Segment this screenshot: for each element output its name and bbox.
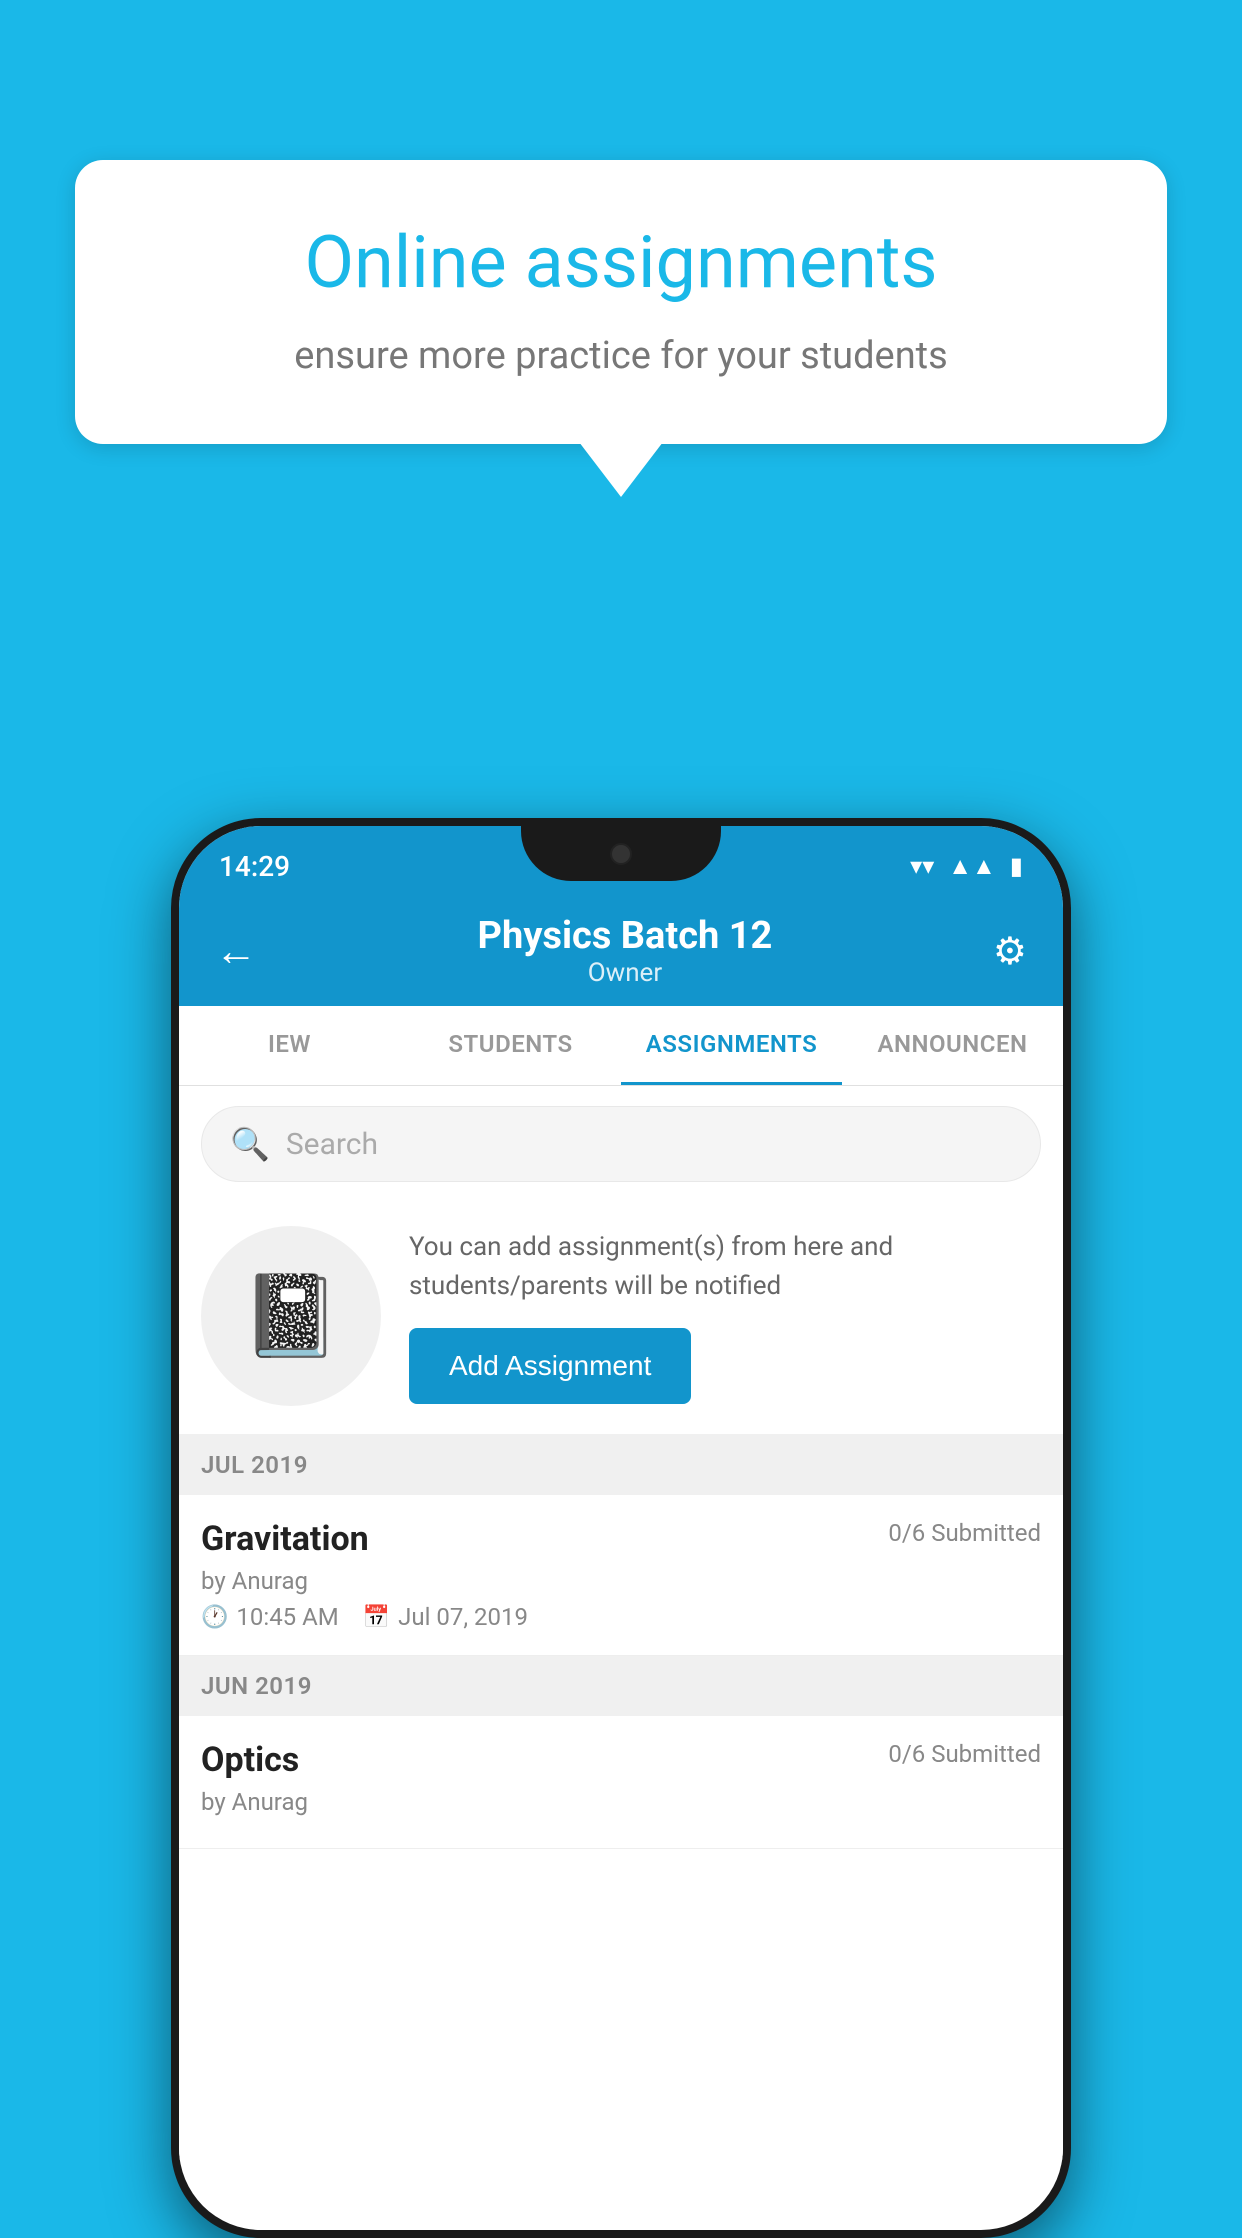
date-entry: 📅 Jul 07, 2019: [363, 1603, 528, 1631]
app-content: 🔍 Search 📓 You can add assignment(s) fro…: [179, 1086, 1063, 2160]
notebook-icon: 📓: [241, 1269, 341, 1363]
add-assignment-button[interactable]: Add Assignment: [409, 1328, 691, 1404]
bubble-subtitle: ensure more practice for your students: [145, 330, 1097, 383]
assignment-item-optics[interactable]: Optics 0/6 Submitted by Anurag: [179, 1716, 1063, 1849]
tab-students[interactable]: STUDENTS: [400, 1006, 621, 1085]
assignment-icon-circle: 📓: [201, 1226, 381, 1406]
calendar-icon: 📅: [363, 1605, 390, 1630]
tab-announcements[interactable]: ANNOUNCEN: [842, 1006, 1063, 1085]
tabs-bar: IEW STUDENTS ASSIGNMENTS ANNOUNCEN: [179, 1006, 1063, 1086]
assignment-submitted-gravitation: 0/6 Submitted: [888, 1519, 1041, 1547]
assignment-time: 10:45 AM: [236, 1603, 338, 1631]
speech-bubble-arrow: [579, 442, 663, 497]
assignment-date: Jul 07, 2019: [398, 1603, 528, 1631]
status-icons: ▾▾ ▲▲ ▮: [910, 852, 1023, 881]
assignment-name-optics: Optics: [201, 1740, 299, 1780]
wifi-icon: ▾▾: [910, 852, 934, 880]
gear-icon[interactable]: ⚙: [993, 929, 1027, 974]
status-time: 14:29: [219, 850, 290, 883]
assignment-item-gravitation[interactable]: Gravitation 0/6 Submitted by Anurag 🕐 10…: [179, 1495, 1063, 1656]
speech-bubble-container: Online assignments ensure more practice …: [75, 160, 1167, 497]
add-assignment-section: 📓 You can add assignment(s) from here an…: [179, 1202, 1063, 1435]
speech-bubble: Online assignments ensure more practice …: [75, 160, 1167, 444]
header-title: Physics Batch 12: [478, 914, 773, 958]
assignment-right: You can add assignment(s) from here and …: [409, 1228, 1041, 1404]
battery-icon: ▮: [1010, 852, 1023, 880]
section-header-jul2019: JUL 2019: [179, 1435, 1063, 1495]
header-subtitle: Owner: [478, 958, 773, 988]
bubble-title: Online assignments: [145, 220, 1097, 306]
back-button[interactable]: ←: [215, 927, 257, 976]
tab-iew[interactable]: IEW: [179, 1006, 400, 1085]
search-bar[interactable]: 🔍 Search: [201, 1106, 1041, 1182]
app-header: ← Physics Batch 12 Owner ⚙: [179, 896, 1063, 1006]
assignment-meta-optics: by Anurag: [201, 1788, 1041, 1816]
section-header-jun2019: JUN 2019: [179, 1656, 1063, 1716]
tab-assignments[interactable]: ASSIGNMENTS: [621, 1006, 842, 1085]
assignment-description: You can add assignment(s) from here and …: [409, 1228, 1041, 1306]
search-icon: 🔍: [230, 1125, 270, 1163]
assignment-time-date-gravitation: 🕐 10:45 AM 📅 Jul 07, 2019: [201, 1603, 1041, 1631]
phone-inner: 14:29 ▾▾ ▲▲ ▮ ← Physics Batch 12 Owner ⚙…: [179, 826, 1063, 2230]
assignment-name-gravitation: Gravitation: [201, 1519, 369, 1559]
assignment-submitted-optics: 0/6 Submitted: [888, 1740, 1041, 1768]
signal-icon: ▲▲: [948, 852, 996, 881]
assignment-item-top: Gravitation 0/6 Submitted: [201, 1519, 1041, 1559]
search-placeholder: Search: [286, 1127, 378, 1162]
clock-icon: 🕐: [201, 1605, 228, 1630]
time-entry: 🕐 10:45 AM: [201, 1603, 339, 1631]
phone-notch: [521, 826, 721, 881]
camera: [610, 843, 632, 865]
phone-frame: 14:29 ▾▾ ▲▲ ▮ ← Physics Batch 12 Owner ⚙…: [171, 818, 1071, 2238]
assignment-meta-gravitation: by Anurag: [201, 1567, 1041, 1595]
header-center: Physics Batch 12 Owner: [478, 914, 773, 988]
assignment-item-top-optics: Optics 0/6 Submitted: [201, 1740, 1041, 1780]
